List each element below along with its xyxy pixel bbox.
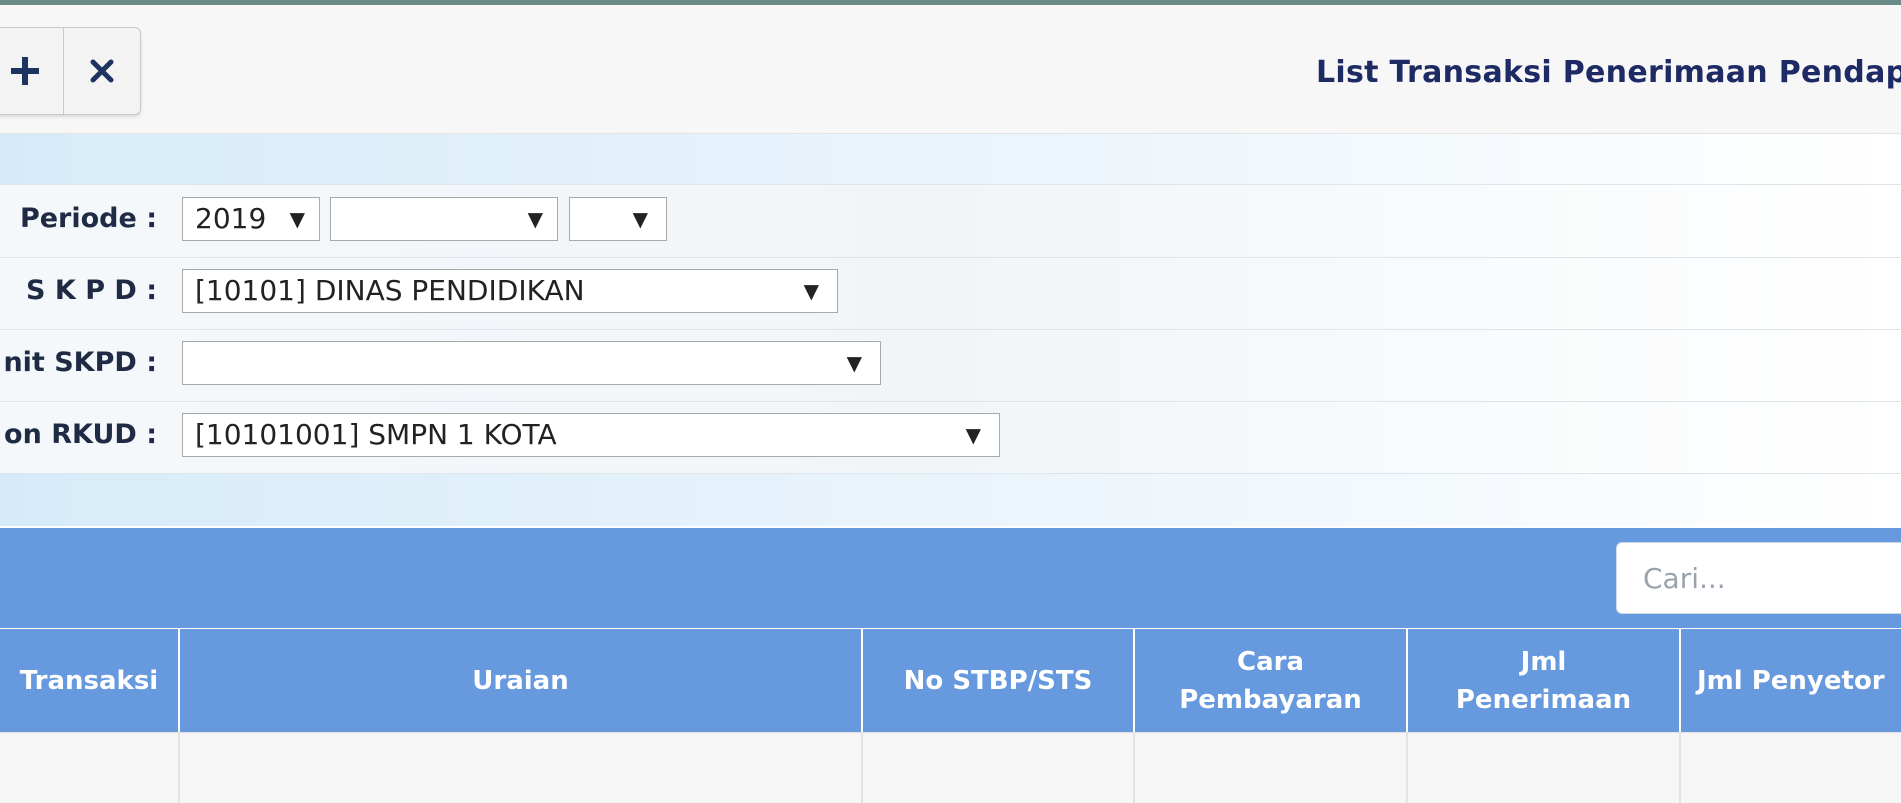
filter-panel: Periode : 2019 ▼ ▼ ▼ S K P D : [10101] D… <box>0 184 1901 474</box>
chevron-down-icon: ▼ <box>803 279 819 303</box>
search-box[interactable] <box>1616 542 1901 614</box>
filter-row-unit-skpd: nit SKPD : ▼ <box>0 329 1901 402</box>
page-title: List Transaksi Penerimaan Pendapa <box>1316 55 1901 90</box>
table-header: Transaksi Uraian No STBP/STS Cara Pembay… <box>0 628 1901 733</box>
table-toolbar <box>0 528 1901 628</box>
chevron-down-icon: ▼ <box>289 207 305 231</box>
plus-icon <box>8 54 42 88</box>
column-header-transaksi[interactable]: Transaksi <box>0 629 180 733</box>
filter-row-rkud: on RKUD : [10101001] SMPN 1 KOTA ▼ <box>0 401 1901 473</box>
chevron-down-icon: ▼ <box>632 207 648 231</box>
filter-row-skpd: S K P D : [10101] DINAS PENDIDIKAN ▼ <box>0 257 1901 330</box>
unit-skpd-select[interactable]: ▼ <box>182 341 881 385</box>
table-cell <box>863 733 1135 803</box>
column-header-jml-penerimaan[interactable]: Jml Penerimaan <box>1408 629 1681 733</box>
x-icon <box>89 58 115 84</box>
table-body <box>0 732 1901 803</box>
chevron-down-icon: ▼ <box>965 423 981 447</box>
close-button[interactable] <box>63 28 140 114</box>
chevron-down-icon: ▼ <box>846 351 862 375</box>
column-header-no-stbp-sts[interactable]: No STBP/STS <box>863 629 1135 733</box>
column-header-cara-pembayaran[interactable]: Cara Pembayaran <box>1135 629 1408 733</box>
skpd-select[interactable]: [10101] DINAS PENDIDIKAN ▼ <box>182 269 838 313</box>
periode-year-value: 2019 <box>195 202 267 235</box>
table-cell <box>1408 733 1681 803</box>
rkud-value: [10101001] SMPN 1 KOTA <box>195 418 557 451</box>
periode-month-select[interactable]: ▼ <box>330 197 558 241</box>
table-cell <box>1681 733 1901 803</box>
column-header-uraian[interactable]: Uraian <box>180 629 863 733</box>
periode-label: Periode : <box>19 203 157 234</box>
unit-skpd-label: nit SKPD : <box>3 347 157 378</box>
filter-section: Periode : 2019 ▼ ▼ ▼ S K P D : [10101] D… <box>0 134 1901 526</box>
skpd-label: S K P D : <box>26 275 157 306</box>
periode-year-select[interactable]: 2019 ▼ <box>182 197 320 241</box>
filter-row-periode: Periode : 2019 ▼ ▼ ▼ <box>0 185 1901 258</box>
toolbar: List Transaksi Penerimaan Pendapa <box>0 5 1901 134</box>
search-input[interactable] <box>1617 543 1901 613</box>
periode-day-select[interactable]: ▼ <box>569 197 667 241</box>
chevron-down-icon: ▼ <box>527 207 543 231</box>
table-cell <box>1135 733 1408 803</box>
add-button[interactable] <box>0 28 63 114</box>
rkud-select[interactable]: [10101001] SMPN 1 KOTA ▼ <box>182 413 1000 457</box>
column-header-jml-penyetor[interactable]: Jml Penyetor <box>1681 629 1901 733</box>
table-cell <box>180 733 863 803</box>
table-cell <box>0 733 180 803</box>
action-button-group <box>0 27 141 115</box>
rkud-label: on RKUD : <box>4 419 157 450</box>
skpd-value: [10101] DINAS PENDIDIKAN <box>195 274 585 307</box>
